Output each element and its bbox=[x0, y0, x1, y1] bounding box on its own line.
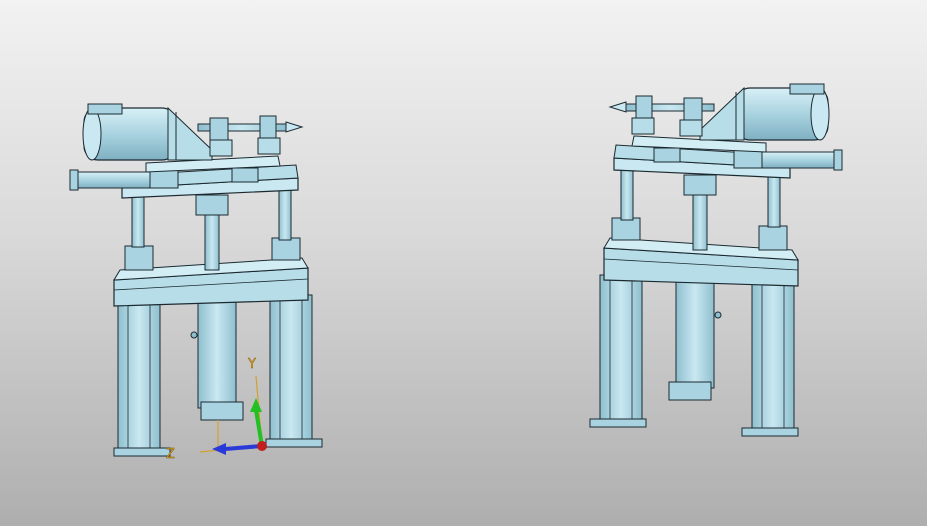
assembly-model-right[interactable] bbox=[589, 83, 843, 437]
y-axis-label: Y bbox=[247, 357, 256, 372]
assembly-model-left[interactable] bbox=[69, 103, 323, 457]
3d-viewport[interactable]: Y Z bbox=[0, 0, 927, 526]
z-axis-label: Z bbox=[166, 447, 175, 462]
